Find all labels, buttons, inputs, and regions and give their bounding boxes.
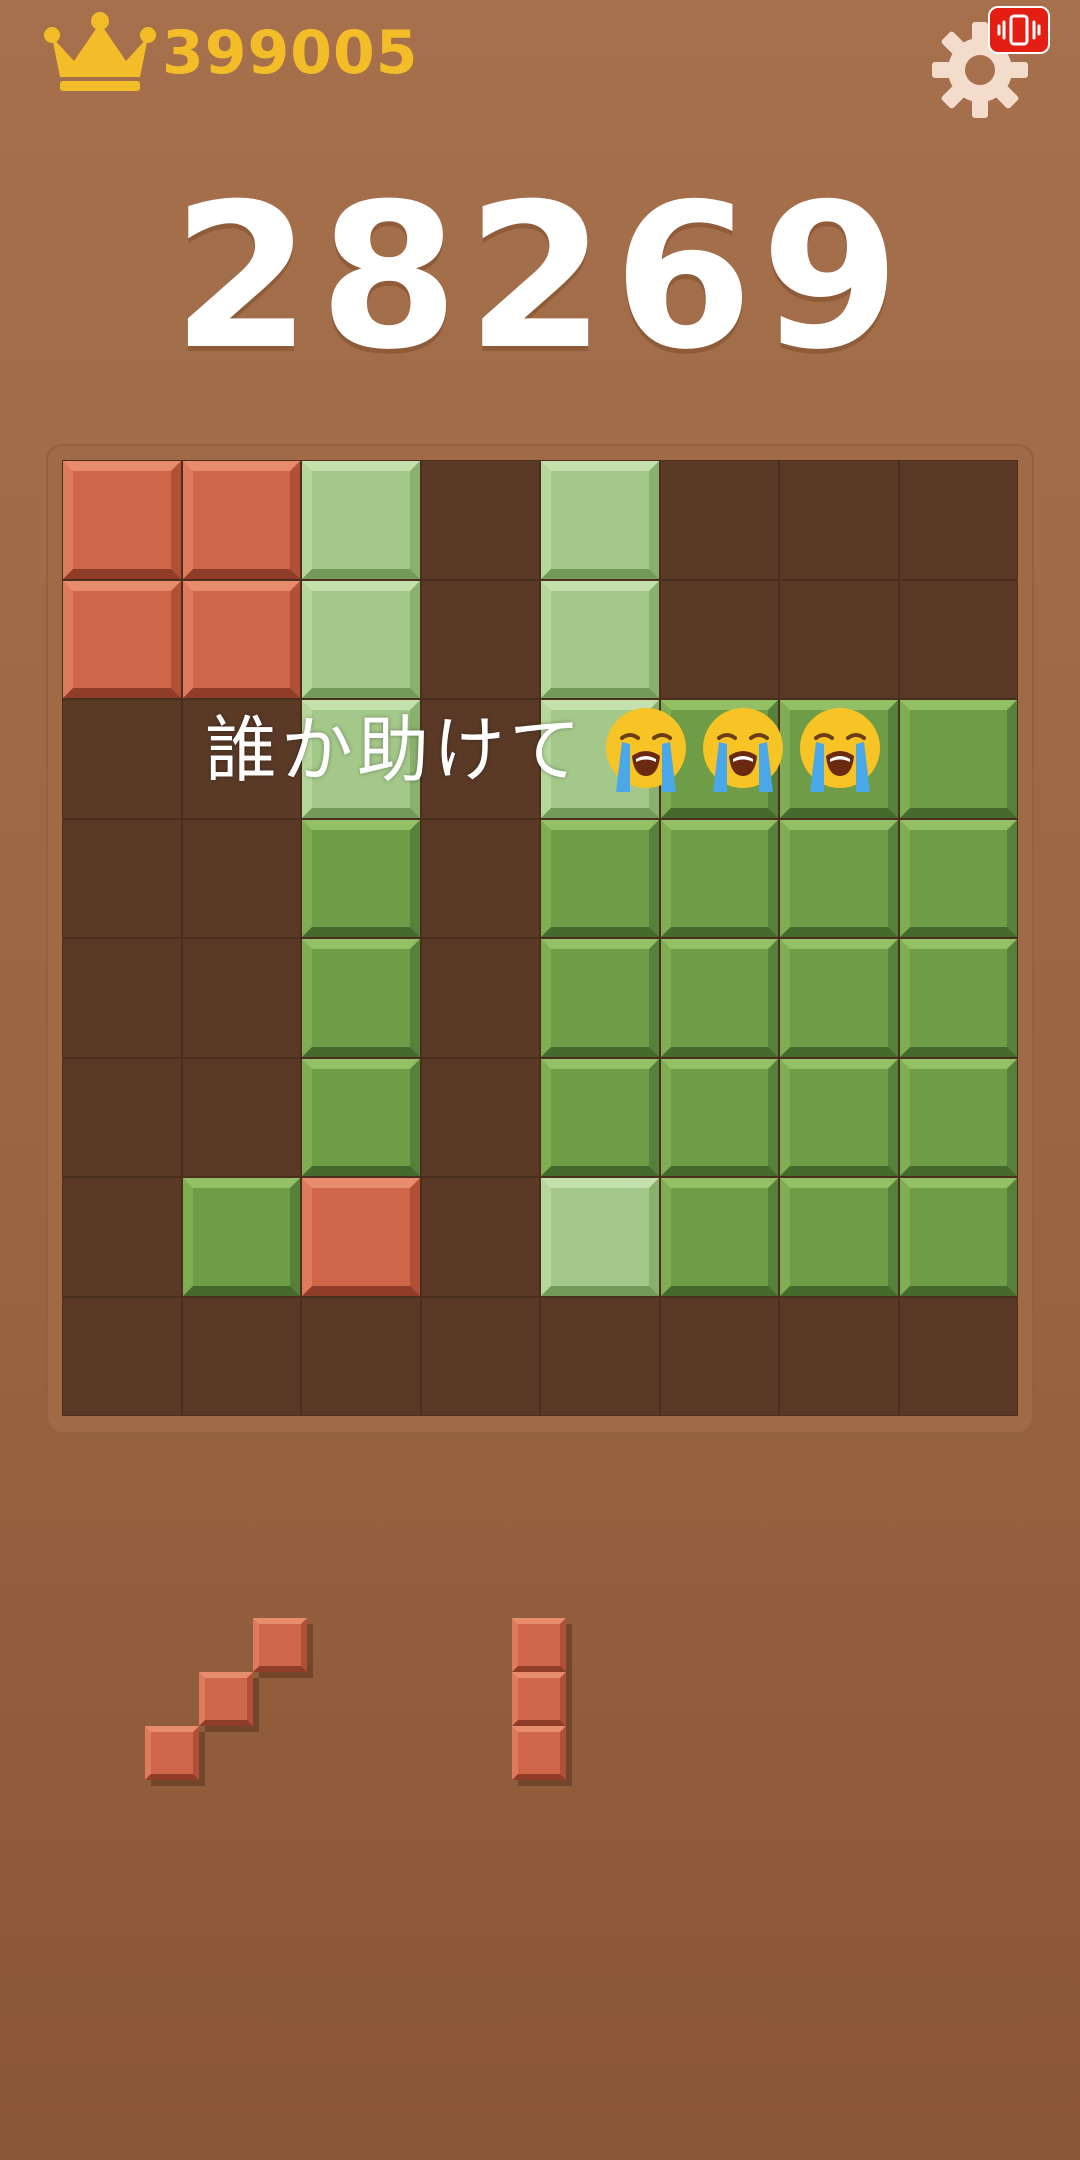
crying-emoji — [794, 704, 886, 796]
crying-emoji — [600, 704, 692, 796]
board-cell[interactable] — [659, 460, 779, 580]
board-cell[interactable] — [420, 1296, 540, 1416]
light-green-block — [541, 1178, 659, 1296]
settings-button[interactable] — [930, 6, 1050, 118]
board-cell[interactable] — [420, 460, 540, 580]
board-cell[interactable] — [62, 1296, 182, 1416]
piece-block — [512, 1672, 566, 1726]
board-grid[interactable] — [62, 460, 1018, 1416]
board-cell[interactable] — [659, 579, 779, 699]
board-cell[interactable] — [181, 938, 301, 1058]
green-block — [660, 1058, 778, 1176]
crying-emoji — [697, 704, 789, 796]
green-block — [780, 819, 898, 937]
crown-icon — [44, 12, 156, 91]
board-cell[interactable] — [62, 1057, 182, 1177]
board-cell[interactable] — [181, 1057, 301, 1177]
board-cell[interactable] — [62, 818, 182, 938]
board-cell[interactable] — [62, 1177, 182, 1297]
green-block — [302, 939, 420, 1057]
red-block — [63, 580, 181, 698]
green-block — [660, 939, 778, 1057]
board-cell[interactable] — [898, 460, 1018, 580]
board-cell[interactable] — [659, 1296, 779, 1416]
green-block — [182, 1178, 300, 1296]
green-block — [899, 1178, 1017, 1296]
green-block — [899, 939, 1017, 1057]
red-block — [302, 1178, 420, 1296]
red-block — [182, 580, 300, 698]
board-cell[interactable] — [181, 1296, 301, 1416]
current-score: 28269 — [172, 161, 908, 394]
light-green-block — [541, 580, 659, 698]
piece-block — [145, 1726, 199, 1780]
green-block — [899, 1058, 1017, 1176]
board-cell[interactable] — [898, 579, 1018, 699]
piece-block — [253, 1618, 307, 1672]
board-cell[interactable] — [540, 1296, 660, 1416]
green-block — [541, 1058, 659, 1176]
board-cell[interactable] — [779, 579, 899, 699]
light-green-block — [302, 580, 420, 698]
green-block — [780, 1178, 898, 1296]
board-cell[interactable] — [301, 1296, 421, 1416]
green-block — [302, 819, 420, 937]
green-block — [780, 939, 898, 1057]
vibrate-icon — [997, 14, 1041, 46]
board-cell[interactable] — [898, 1296, 1018, 1416]
light-green-block — [541, 461, 659, 579]
game-board — [46, 444, 1034, 1434]
green-block — [780, 1058, 898, 1176]
overlay-caption: 誰か助けて — [205, 708, 586, 792]
green-block — [899, 819, 1017, 937]
board-cell[interactable] — [420, 938, 540, 1058]
board-cell[interactable] — [420, 1057, 540, 1177]
board-cell[interactable] — [420, 579, 540, 699]
best-score-value: 399005 — [162, 18, 419, 88]
red-block — [182, 461, 300, 579]
red-block — [63, 461, 181, 579]
green-block — [302, 1058, 420, 1176]
board-cell[interactable] — [181, 818, 301, 938]
board-cell[interactable] — [62, 699, 182, 819]
vibration-toggle[interactable] — [988, 6, 1050, 54]
board-cell[interactable] — [779, 460, 899, 580]
board-cell[interactable] — [779, 1296, 899, 1416]
green-block — [660, 1178, 778, 1296]
light-green-block — [302, 461, 420, 579]
piece-block — [512, 1618, 566, 1672]
best-score: 399005 — [44, 8, 419, 98]
piece-block — [512, 1726, 566, 1780]
board-cell[interactable] — [62, 938, 182, 1058]
board-cell[interactable] — [420, 818, 540, 938]
green-block — [660, 819, 778, 937]
green-block — [899, 700, 1017, 818]
green-block — [541, 939, 659, 1057]
green-block — [541, 819, 659, 937]
board-cell[interactable] — [420, 1177, 540, 1297]
piece-block — [199, 1672, 253, 1726]
